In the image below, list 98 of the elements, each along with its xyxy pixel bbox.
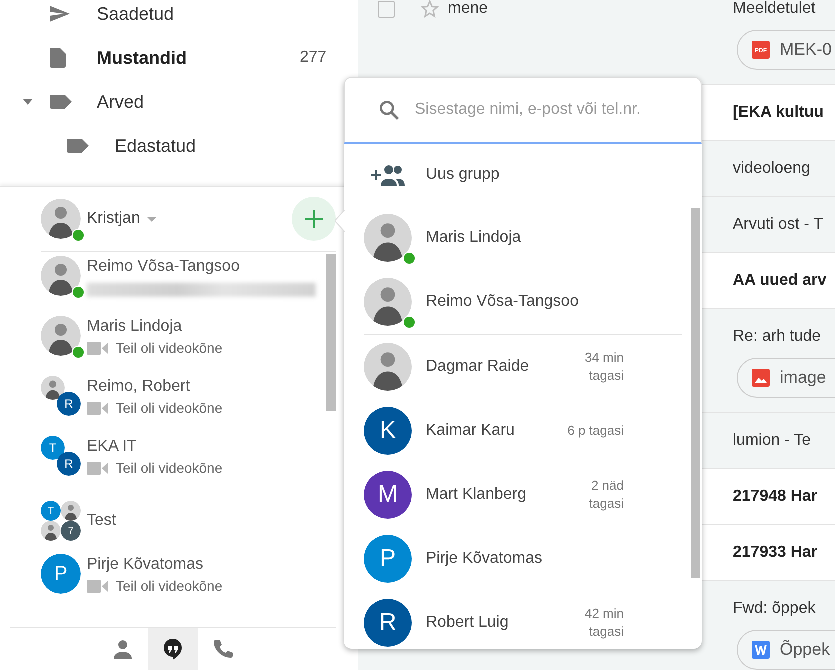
conversation-item[interactable]: P Pirje Kõvatomas Teil oli videokõne [41,550,326,610]
email-subject: videoloeng [733,159,810,179]
caret-icon[interactable] [147,216,158,222]
conversation-item[interactable]: T R EKA IT Teil oli videokõne [41,432,326,492]
call-status: Teil oli videokõne [116,460,223,476]
document-icon [752,641,770,659]
email-subject: [EKA kultuu [733,103,824,123]
caret-icon[interactable] [23,99,33,105]
sender-name: mene [448,0,488,18]
video-camera-icon [87,580,108,592]
contact-name: Reimo Võsa-Tangsoo [426,293,580,311]
contact-item[interactable]: P Pirje Kõvatomas [364,527,682,591]
document-icon [50,48,66,68]
conversation-item[interactable]: Reimo Võsa-Tangsoo [41,252,326,312]
plus-icon [305,210,323,228]
contact-name: Dagmar Raide [426,358,530,376]
letter-avatar: P [364,535,412,583]
phone-icon [212,638,234,660]
attachment-chip[interactable]: image [737,358,835,398]
person-silhouette-icon [41,376,65,400]
video-camera-icon [87,402,108,414]
attachment-chip[interactable]: Õppek [737,630,835,670]
person-silhouette-icon [41,521,61,541]
attachment-name: MEK-0 [780,40,832,60]
scrollbar[interactable] [691,208,700,578]
folder-label[interactable]: Saadetud [97,4,358,24]
email-subject: Re: arh tude [733,327,822,347]
last-seen-time: 42 min tagasi [584,605,624,641]
contact-item[interactable]: R Robert Luig 42 min tagasi [364,591,682,655]
email-subject: 217933 Har [733,543,818,563]
conversation-item[interactable]: Maris Lindoja Teil oli videokõne [41,312,326,372]
person-silhouette-icon [364,214,412,262]
contact-item[interactable]: K Kaimar Karu 6 p tagasi [364,399,682,463]
new-chat-button[interactable] [292,197,336,241]
call-status: Teil oli videokõne [116,578,223,594]
letter-avatar: M [364,471,412,519]
call-status: Teil oli videokõne [116,400,223,416]
person-icon [112,638,134,660]
email-subject: 217948 Har [733,487,818,507]
contact-name: Mart Klanberg [426,486,528,504]
letter-avatar: T [41,436,65,460]
email-subject: Fwd: õppek [733,599,817,619]
contact-name: Reimo Võsa-Tangsoo [87,257,241,277]
person-silhouette-icon [41,256,81,296]
contact-name: Reimo, Robert [87,377,192,397]
attachment-name: Õppek [780,640,830,660]
folder-label[interactable]: Mustandid [97,48,300,68]
email-subject: AA uued arv [733,271,827,291]
search-icon [378,99,400,121]
letter-avatar: 7 [61,521,81,541]
picture-icon [752,369,770,387]
scrollbar[interactable] [326,254,336,411]
contact-name: Pirje Kõvatomas [426,550,544,568]
add-group-icon [371,164,405,186]
contact-name: Test [87,511,118,531]
contact-item[interactable]: Reimo Võsa-Tangsoo [364,270,702,334]
last-seen-time: 34 min tagasi [584,349,624,385]
contact-name: Robert Luig [426,614,510,632]
letter-avatar: R [57,392,81,416]
checkbox[interactable] [378,0,395,18]
call-status: Teil oli videokõne [116,340,223,356]
conversation-item[interactable]: R Reimo, Robert Teil oli videokõne [41,372,326,432]
contact-item[interactable]: M Mart Klanberg 2 näd tagasi [364,463,682,527]
contact-item[interactable]: Maris Lindoja [364,206,702,270]
email-subject: Meeldetulet [733,0,817,19]
email-subject: Arvuti ost - T [733,215,824,235]
email-subject: lumion - Te [733,431,811,451]
contact-name: Maris Lindoja [426,229,522,247]
person-silhouette-icon [41,199,81,239]
person-silhouette-icon [41,316,81,356]
contact-name: EKA IT [87,437,138,457]
sidebar-tab[interactable] [148,628,198,670]
quote-bubble-icon [162,638,184,660]
attachment-name: image [780,368,826,388]
contact-name: Kaimar Karu [426,422,516,440]
letter-avatar: R [57,452,81,476]
person-silhouette-icon [61,501,81,521]
star-icon[interactable] [421,0,439,18]
contact-name: Maris Lindoja [87,317,184,337]
letter-avatar: R [364,599,412,647]
letter-avatar: K [364,407,412,455]
letter-avatar: P [41,554,81,594]
unread-count: 277 [300,49,328,67]
letter-avatar: T [41,501,61,521]
conversation-item[interactable]: T 7 Test [41,492,326,550]
new-group-item[interactable]: Uus grupp [364,144,702,206]
send-icon [50,6,70,22]
last-seen-time: 6 p tagasi [566,422,624,440]
tag-icon [67,139,89,153]
tag-icon [50,95,72,109]
person-silhouette-icon [364,343,412,391]
user-name[interactable]: Kristjan [87,210,140,228]
video-camera-icon [87,342,108,354]
last-seen-time: 2 näd tagasi [588,477,624,513]
video-camera-icon [87,462,108,474]
contact-item[interactable]: Dagmar Raide 34 min tagasi [364,335,682,399]
contact-name: Pirje Kõvatomas [87,555,204,575]
person-silhouette-icon [364,278,412,326]
